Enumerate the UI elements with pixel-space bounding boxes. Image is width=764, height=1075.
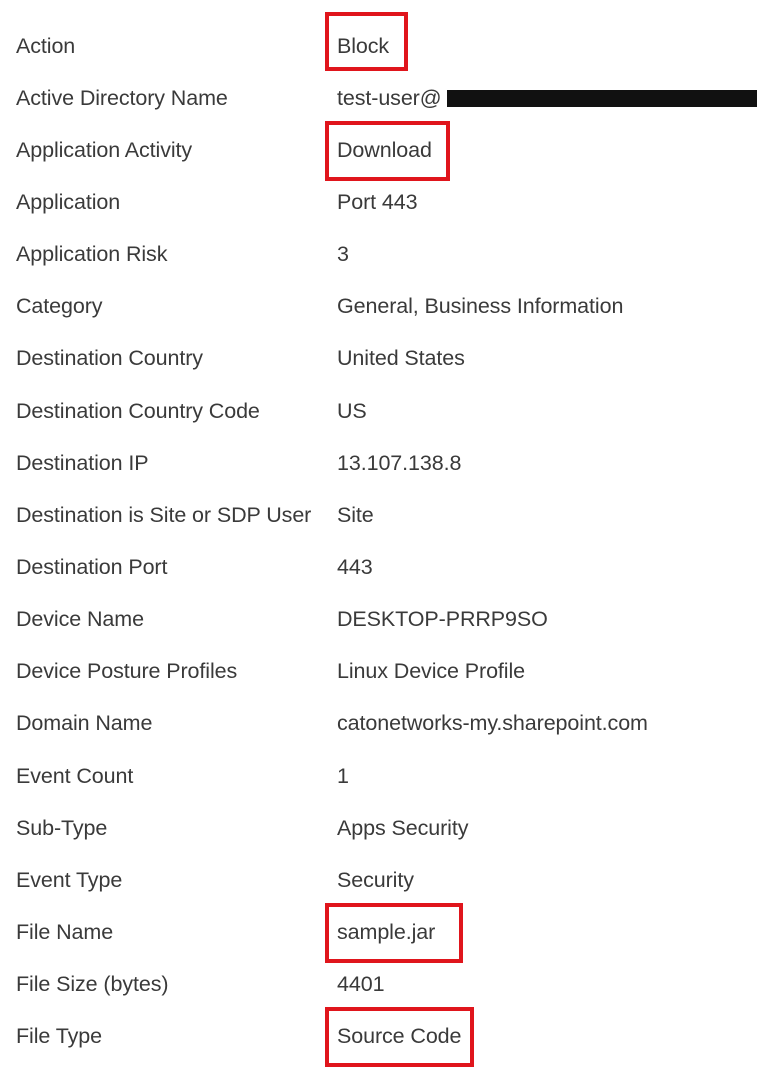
detail-row-file-size: File Size (bytes) 4401 xyxy=(0,964,764,1004)
row-value: Source Code xyxy=(337,1024,462,1048)
row-label: Sub-Type xyxy=(16,816,108,840)
row-label: File Type xyxy=(16,1024,102,1048)
row-value: sample.jar xyxy=(337,920,436,944)
row-label: File Name xyxy=(16,920,114,944)
row-value: Site xyxy=(337,503,374,527)
row-value: test-user@ xyxy=(337,86,442,110)
row-label: File Size (bytes) xyxy=(16,972,169,996)
detail-row-application: Application Port 443 xyxy=(0,182,764,222)
detail-row-sub-type: Sub-Type Apps Security xyxy=(0,808,764,848)
detail-row-device-posture-profiles: Device Posture Profiles Linux Device Pro… xyxy=(0,651,764,691)
row-value: Port 443 xyxy=(337,190,418,214)
detail-row-application-risk: Application Risk 3 xyxy=(0,234,764,274)
row-value: 1 xyxy=(337,764,349,788)
row-label: Category xyxy=(16,294,103,318)
detail-row-destination-is-site-or-sdp-user: Destination is Site or SDP User Site xyxy=(0,495,764,535)
row-value: 3 xyxy=(337,242,349,266)
row-value: Linux Device Profile xyxy=(337,659,526,683)
row-label: Event Type xyxy=(16,868,123,892)
detail-row-destination-ip: Destination IP 13.107.138.8 xyxy=(0,443,764,483)
row-label: Application xyxy=(16,190,121,214)
detail-row-application-activity: Application Activity Download xyxy=(0,130,764,170)
row-value: catonetworks-my.sharepoint.com xyxy=(337,711,648,735)
row-value: Block xyxy=(337,34,390,58)
row-label: Destination Country xyxy=(16,346,203,370)
detail-row-action: Action Block xyxy=(0,26,764,66)
row-value: Security xyxy=(337,868,414,892)
row-value: United States xyxy=(337,346,465,370)
row-value: US xyxy=(337,399,367,423)
detail-row-domain-name: Domain Name catonetworks-my.sharepoint.c… xyxy=(0,703,764,743)
detail-row-file-type: File Type Source Code xyxy=(0,1016,764,1056)
detail-row-event-count: Event Count 1 xyxy=(0,756,764,796)
row-label: Device Posture Profiles xyxy=(16,659,238,683)
row-value: Apps Security xyxy=(337,816,469,840)
row-label: Domain Name xyxy=(16,711,153,735)
row-label: Destination is Site or SDP User xyxy=(16,503,312,527)
row-label: Destination Country Code xyxy=(16,399,260,423)
detail-row-destination-country-code: Destination Country Code US xyxy=(0,391,764,431)
detail-row-event-type: Event Type Security xyxy=(0,860,764,900)
row-value: 4401 xyxy=(337,972,385,996)
row-label: Device Name xyxy=(16,607,144,631)
row-label: Active Directory Name xyxy=(16,86,228,110)
row-value: Download xyxy=(337,138,432,162)
redaction-bar xyxy=(447,90,757,107)
row-label: Application Activity xyxy=(16,138,193,162)
detail-row-destination-port: Destination Port 443 xyxy=(0,547,764,587)
row-label: Destination IP xyxy=(16,451,149,475)
row-label: Destination Port xyxy=(16,555,168,579)
row-value: General, Business Information xyxy=(337,294,624,318)
row-label: Action xyxy=(16,34,76,58)
row-label: Event Count xyxy=(16,764,134,788)
detail-row-file-name: File Name sample.jar xyxy=(0,912,764,952)
detail-row-destination-country: Destination Country United States xyxy=(0,338,764,378)
detail-row-category: Category General, Business Information xyxy=(0,286,764,326)
detail-row-device-name: Device Name DESKTOP-PRRP9SO xyxy=(0,599,764,639)
row-value: 13.107.138.8 xyxy=(337,451,462,475)
row-value: DESKTOP-PRRP9SO xyxy=(337,607,548,631)
row-value: 443 xyxy=(337,555,373,579)
row-label: Application Risk xyxy=(16,242,168,266)
